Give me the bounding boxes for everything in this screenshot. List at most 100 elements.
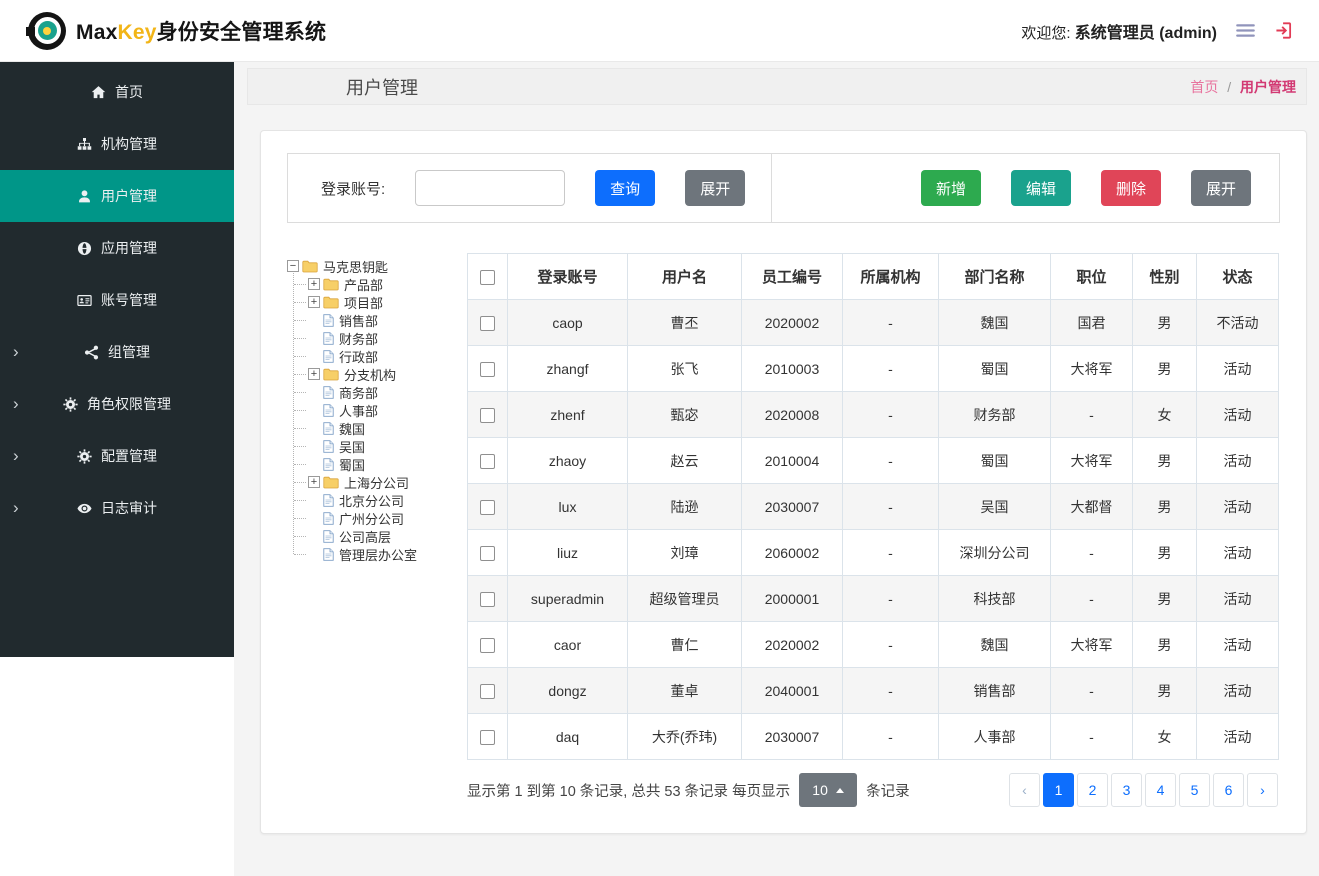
tree-node[interactable]: + 产品部: [287, 275, 467, 293]
row-checkbox-cell: [467, 483, 508, 530]
row-checkbox[interactable]: [480, 315, 495, 331]
table-cell: 活动: [1196, 575, 1279, 622]
table-cell: -: [842, 667, 939, 714]
expand-icon[interactable]: +: [308, 278, 320, 290]
tree-node[interactable]: + 上海分公司: [287, 473, 467, 491]
sidebar-item-config-management[interactable]: › 配置管理: [0, 430, 234, 482]
logout-icon[interactable]: [1274, 21, 1295, 40]
sidebar-menu: 首页 机构管理 用户管理 应用管理账号管理 › 组管理 › 角色权限管理 › 配置管理 › 日志审计: [0, 62, 234, 657]
tree-node[interactable]: 行政部: [287, 347, 467, 365]
table-cell: 2020008: [741, 391, 843, 438]
tree-node[interactable]: 北京分公司: [287, 491, 467, 509]
add-button[interactable]: 新增: [920, 170, 981, 206]
folder-icon: [323, 295, 339, 309]
table-row[interactable]: zhangf 张飞 2010003- 蜀国 大将军男活动: [467, 345, 1279, 392]
sidebar-item-org-management[interactable]: 机构管理: [0, 118, 234, 170]
table-row[interactable]: daq 大乔(乔玮) 2030007- 人事部 - 女活动: [467, 713, 1279, 760]
tree-node[interactable]: − 马克思钥匙: [287, 257, 467, 275]
sidebar-item-log-audit[interactable]: › 日志审计: [0, 482, 234, 534]
breadcrumb-current: 用户管理: [1240, 78, 1296, 95]
sidebar-item-account-management[interactable]: 账号管理: [0, 274, 234, 326]
page-list: ‹ 1 2 3 4 5 6 ›: [1009, 773, 1278, 807]
table-cell: 活动: [1196, 621, 1279, 668]
page-button-3[interactable]: 3: [1111, 773, 1142, 807]
breadcrumb-home-link[interactable]: 首页: [1190, 79, 1218, 95]
sidebar-item-label: 组管理: [108, 344, 150, 360]
sidebar-item-home[interactable]: 首页: [0, 66, 234, 118]
row-checkbox[interactable]: [480, 637, 495, 653]
row-checkbox[interactable]: [480, 407, 495, 423]
table-cell: 2010004: [741, 437, 843, 484]
tree-node[interactable]: 魏国: [287, 419, 467, 437]
row-checkbox[interactable]: [480, 591, 495, 607]
sidebar-item-label: 账号管理: [101, 292, 157, 308]
tree-node[interactable]: 广州分公司: [287, 509, 467, 527]
table-row[interactable]: zhaoy 赵云 2010004- 蜀国 大将军男活动: [467, 437, 1279, 484]
menu-toggle-icon[interactable]: [1235, 21, 1256, 40]
org-tree: − 马克思钥匙 + 产品部 + 项目部 销售部 财务部 行政部 + 分支机构 商务部 人事部 魏国 吴国 蜀国…: [287, 253, 467, 563]
table-row[interactable]: dongz 董卓 2040001- 销售部 - 男活动: [467, 667, 1279, 714]
table-cell: 魏国: [938, 621, 1051, 668]
caret-up-icon: [835, 787, 844, 793]
table-row[interactable]: liuz 刘璋 2060002- 深圳分公司 - 男活动: [467, 529, 1279, 576]
row-checkbox[interactable]: [480, 729, 495, 745]
table-cell: 刘璋: [627, 529, 742, 576]
tree-node-label: 管理层办公室: [339, 547, 418, 563]
tree-node[interactable]: 销售部: [287, 311, 467, 329]
page-button-1[interactable]: 1: [1043, 773, 1074, 807]
tree-node-label: 分支机构: [344, 367, 397, 383]
expand-icon[interactable]: +: [308, 476, 320, 488]
tree-node[interactable]: 人事部: [287, 401, 467, 419]
prev-page-button[interactable]: ‹: [1009, 773, 1040, 807]
login-account-input[interactable]: [415, 170, 566, 206]
tree-node[interactable]: 蜀国: [287, 455, 467, 473]
page-button-6[interactable]: 6: [1213, 773, 1244, 807]
delete-button[interactable]: 删除: [1100, 170, 1161, 206]
row-checkbox[interactable]: [480, 361, 495, 377]
table-row[interactable]: lux 陆逊 2030007- 吴国 大都督男活动: [467, 483, 1279, 530]
table-cell: 活动: [1196, 345, 1279, 392]
next-page-button[interactable]: ›: [1247, 773, 1278, 807]
row-checkbox[interactable]: [480, 683, 495, 699]
page-button-2[interactable]: 2: [1077, 773, 1108, 807]
page-button-5[interactable]: 5: [1179, 773, 1210, 807]
table-row[interactable]: zhenf 甄宓 2020008- 财务部 - 女活动: [467, 391, 1279, 438]
table-cell: 曹丕: [627, 299, 742, 346]
collapse-icon[interactable]: −: [287, 260, 299, 272]
page-size-dropdown[interactable]: 10: [799, 773, 858, 807]
home-icon: [91, 85, 106, 100]
search-section: 登录账号: 查询 展开: [288, 154, 772, 222]
tree-node[interactable]: 管理层办公室: [287, 545, 467, 563]
table-row[interactable]: superadmin 超级管理员 2000001- 科技部 - 男活动: [467, 575, 1279, 622]
page-button-4[interactable]: 4: [1145, 773, 1176, 807]
sidebar-item-app-management[interactable]: 应用管理: [0, 222, 234, 274]
expand-icon[interactable]: +: [308, 368, 320, 380]
row-checkbox[interactable]: [480, 453, 495, 469]
edit-button[interactable]: 编辑: [1010, 170, 1071, 206]
row-checkbox[interactable]: [480, 545, 495, 561]
top-header: MaxKey身份安全管理系统 欢迎您: 系统管理员 (admin): [0, 0, 1319, 62]
tree-node[interactable]: + 项目部: [287, 293, 467, 311]
table-row[interactable]: caor 曹仁 2020002- 魏国 大将军男活动: [467, 621, 1279, 668]
tree-node[interactable]: 财务部: [287, 329, 467, 347]
tree-node[interactable]: 商务部: [287, 383, 467, 401]
table-cell: daq: [507, 713, 628, 760]
breadcrumb-separator: /: [1227, 78, 1232, 95]
sidebar-item-role-permission[interactable]: › 角色权限管理: [0, 378, 234, 430]
column-header: 所属机构: [842, 253, 939, 300]
tree-node[interactable]: + 分支机构: [287, 365, 467, 383]
row-checkbox-cell: [467, 437, 508, 484]
table-cell: -: [842, 575, 939, 622]
expand-actions-button[interactable]: 展开: [1190, 170, 1251, 206]
expand-search-button[interactable]: 展开: [685, 170, 746, 206]
table-row[interactable]: caop 曹丕 2020002- 魏国 国君男不活动: [467, 299, 1279, 346]
row-checkbox-cell: [467, 621, 508, 668]
sidebar-item-group-management[interactable]: › 组管理: [0, 326, 234, 378]
row-checkbox[interactable]: [480, 499, 495, 515]
sidebar-item-user-management[interactable]: 用户管理: [0, 170, 234, 222]
query-button[interactable]: 查询: [595, 170, 656, 206]
tree-node[interactable]: 吴国: [287, 437, 467, 455]
select-all-checkbox[interactable]: [480, 269, 495, 285]
tree-node[interactable]: 公司高层: [287, 527, 467, 545]
expand-icon[interactable]: +: [308, 296, 320, 308]
